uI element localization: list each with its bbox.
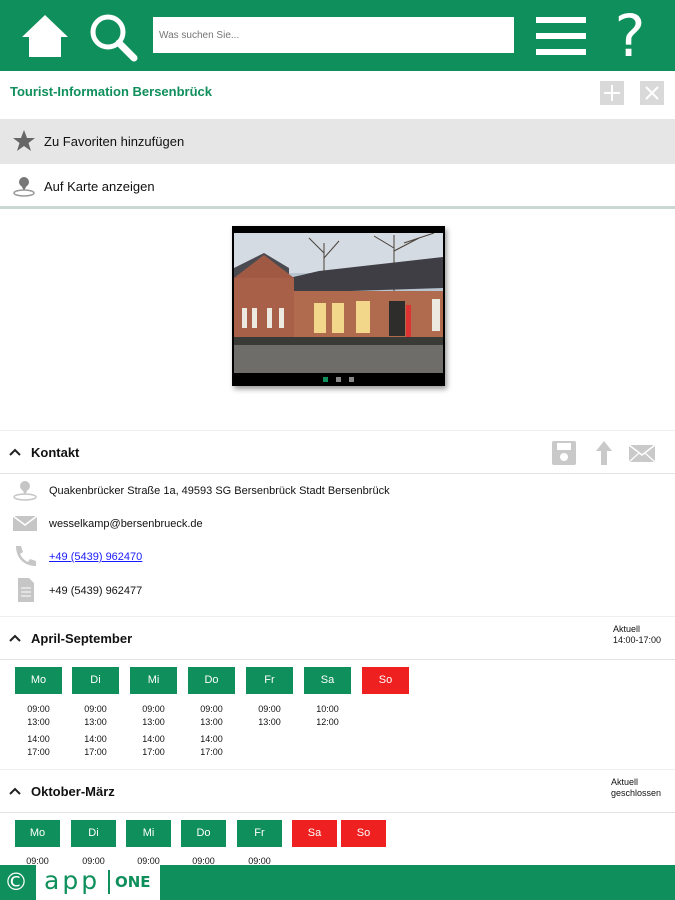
day-button-sa[interactable]: Sa: [292, 820, 337, 847]
chevron-up-icon: [9, 787, 21, 795]
top-bar: ?: [0, 0, 675, 71]
opening-time: 09:00: [142, 704, 165, 714]
contact-address-row: Quakenbrücker Straße 1a, 49593 SG Bersen…: [0, 474, 675, 507]
pager-dot[interactable]: [336, 377, 341, 382]
opening-time: 17:00: [200, 747, 223, 757]
map-pin-icon: [13, 177, 35, 197]
chevron-up-icon: [9, 634, 21, 642]
opening-time: 13:00: [200, 717, 223, 727]
opening-time: 09:00: [84, 704, 107, 714]
page-title: Tourist-Information Bersenbrück: [10, 84, 213, 99]
opening-time: 14:00: [84, 734, 107, 744]
status-value: geschlossen: [610, 788, 661, 798]
hours-winter-status: Aktuell geschlossen: [611, 777, 661, 799]
contact-email[interactable]: wesselkamp@bersenbrueck.de: [49, 518, 203, 530]
share-icon[interactable]: [590, 440, 618, 466]
opening-time: 12:00: [316, 717, 339, 727]
day-button-so[interactable]: So: [362, 667, 409, 694]
day-button-do[interactable]: Do: [188, 667, 235, 694]
gallery-pager: [232, 377, 445, 382]
opening-time: 14:00: [27, 734, 50, 744]
status-label: Aktuell: [610, 777, 638, 787]
pager-dot[interactable]: [323, 377, 328, 382]
opening-time: 13:00: [27, 717, 50, 727]
opening-time: 14:00: [200, 734, 223, 744]
opening-time: 09:00: [200, 704, 223, 714]
show-on-map-row[interactable]: Auf Karte anzeigen: [0, 164, 675, 209]
opening-time: 17:00: [142, 747, 165, 757]
help-icon[interactable]: ?: [610, 6, 650, 66]
hours-winter-title: Oktober-März: [31, 784, 115, 799]
brand-logo: app ONE: [36, 865, 160, 900]
plus-icon: [604, 85, 620, 101]
day-button-sa[interactable]: Sa: [304, 667, 351, 694]
day-button-mo[interactable]: Mo: [15, 667, 62, 694]
opening-time: 14:00: [142, 734, 165, 744]
opening-time: 13:00: [84, 717, 107, 727]
hours-summer-status: Aktuell 14:00-17:00: [613, 624, 661, 646]
opening-time: 13:00: [258, 717, 281, 727]
day-button-fr[interactable]: Fr: [237, 820, 282, 847]
close-button[interactable]: [640, 81, 664, 105]
hours-winter-header[interactable]: Oktober-März Aktuell geschlossen: [0, 769, 675, 813]
day-button-mi[interactable]: Mi: [130, 667, 177, 694]
contact-address: Quakenbrücker Straße 1a, 49593 SG Bersen…: [49, 485, 390, 497]
building-photo: [234, 233, 443, 373]
contact-title: Kontakt: [31, 445, 80, 460]
pager-dot[interactable]: [349, 377, 354, 382]
footer: © app ONE: [0, 865, 675, 900]
map-pin-icon: [13, 481, 37, 501]
brand-text: app: [44, 866, 101, 895]
add-favorite-row[interactable]: Zu Favoriten hinzufügen: [0, 119, 675, 164]
menu-icon[interactable]: [536, 16, 586, 56]
save-icon[interactable]: [550, 440, 578, 466]
document-icon: [18, 578, 34, 602]
search-input[interactable]: [153, 17, 514, 53]
contact-fax: +49 (5439) 962477: [49, 585, 143, 597]
day-button-do[interactable]: Do: [181, 820, 226, 847]
brand-text-bold: ONE: [115, 873, 151, 891]
mail-share-icon[interactable]: [628, 440, 656, 466]
contact-phone-link[interactable]: +49 (5439) 962470: [49, 551, 142, 563]
opening-time: 10:00: [316, 704, 339, 714]
opening-time: 09:00: [258, 704, 281, 714]
opening-time: 13:00: [142, 717, 165, 727]
photo-gallery[interactable]: [232, 226, 445, 386]
hours-summer-title: April-September: [31, 631, 133, 646]
opening-time: 17:00: [27, 747, 50, 757]
add-favorite-label: Zu Favoriten hinzufügen: [44, 134, 185, 149]
contact-phone-row[interactable]: +49 (5439) 962470: [0, 540, 675, 573]
status-value: 14:00-17:00: [612, 635, 661, 645]
day-button-fr[interactable]: Fr: [246, 667, 293, 694]
search-icon[interactable]: [88, 12, 138, 62]
star-icon: [13, 130, 35, 151]
day-button-mi[interactable]: Mi: [126, 820, 171, 847]
phone-icon: [16, 546, 36, 566]
show-on-map-label: Auf Karte anzeigen: [44, 179, 155, 194]
expand-button[interactable]: [600, 81, 624, 105]
day-button-di[interactable]: Di: [72, 667, 119, 694]
day-button-di[interactable]: Di: [71, 820, 116, 847]
brand-separator: [108, 870, 110, 894]
day-button-so[interactable]: So: [341, 820, 386, 847]
mail-icon: [12, 515, 38, 531]
contact-email-row[interactable]: wesselkamp@bersenbrueck.de: [0, 507, 675, 540]
hours-summer-header[interactable]: April-September Aktuell 14:00-17:00: [0, 616, 675, 660]
title-row: Tourist-Information Bersenbrück: [0, 71, 675, 119]
copyright-icon[interactable]: ©: [4, 868, 28, 896]
chevron-up-icon: [9, 448, 21, 456]
opening-time: 17:00: [84, 747, 107, 757]
contact-fax-row: +49 (5439) 962477: [0, 574, 675, 607]
close-icon: [645, 86, 659, 100]
opening-time: 09:00: [27, 704, 50, 714]
day-button-mo[interactable]: Mo: [15, 820, 60, 847]
home-icon[interactable]: [20, 13, 70, 59]
status-label: Aktuell: [612, 624, 640, 634]
